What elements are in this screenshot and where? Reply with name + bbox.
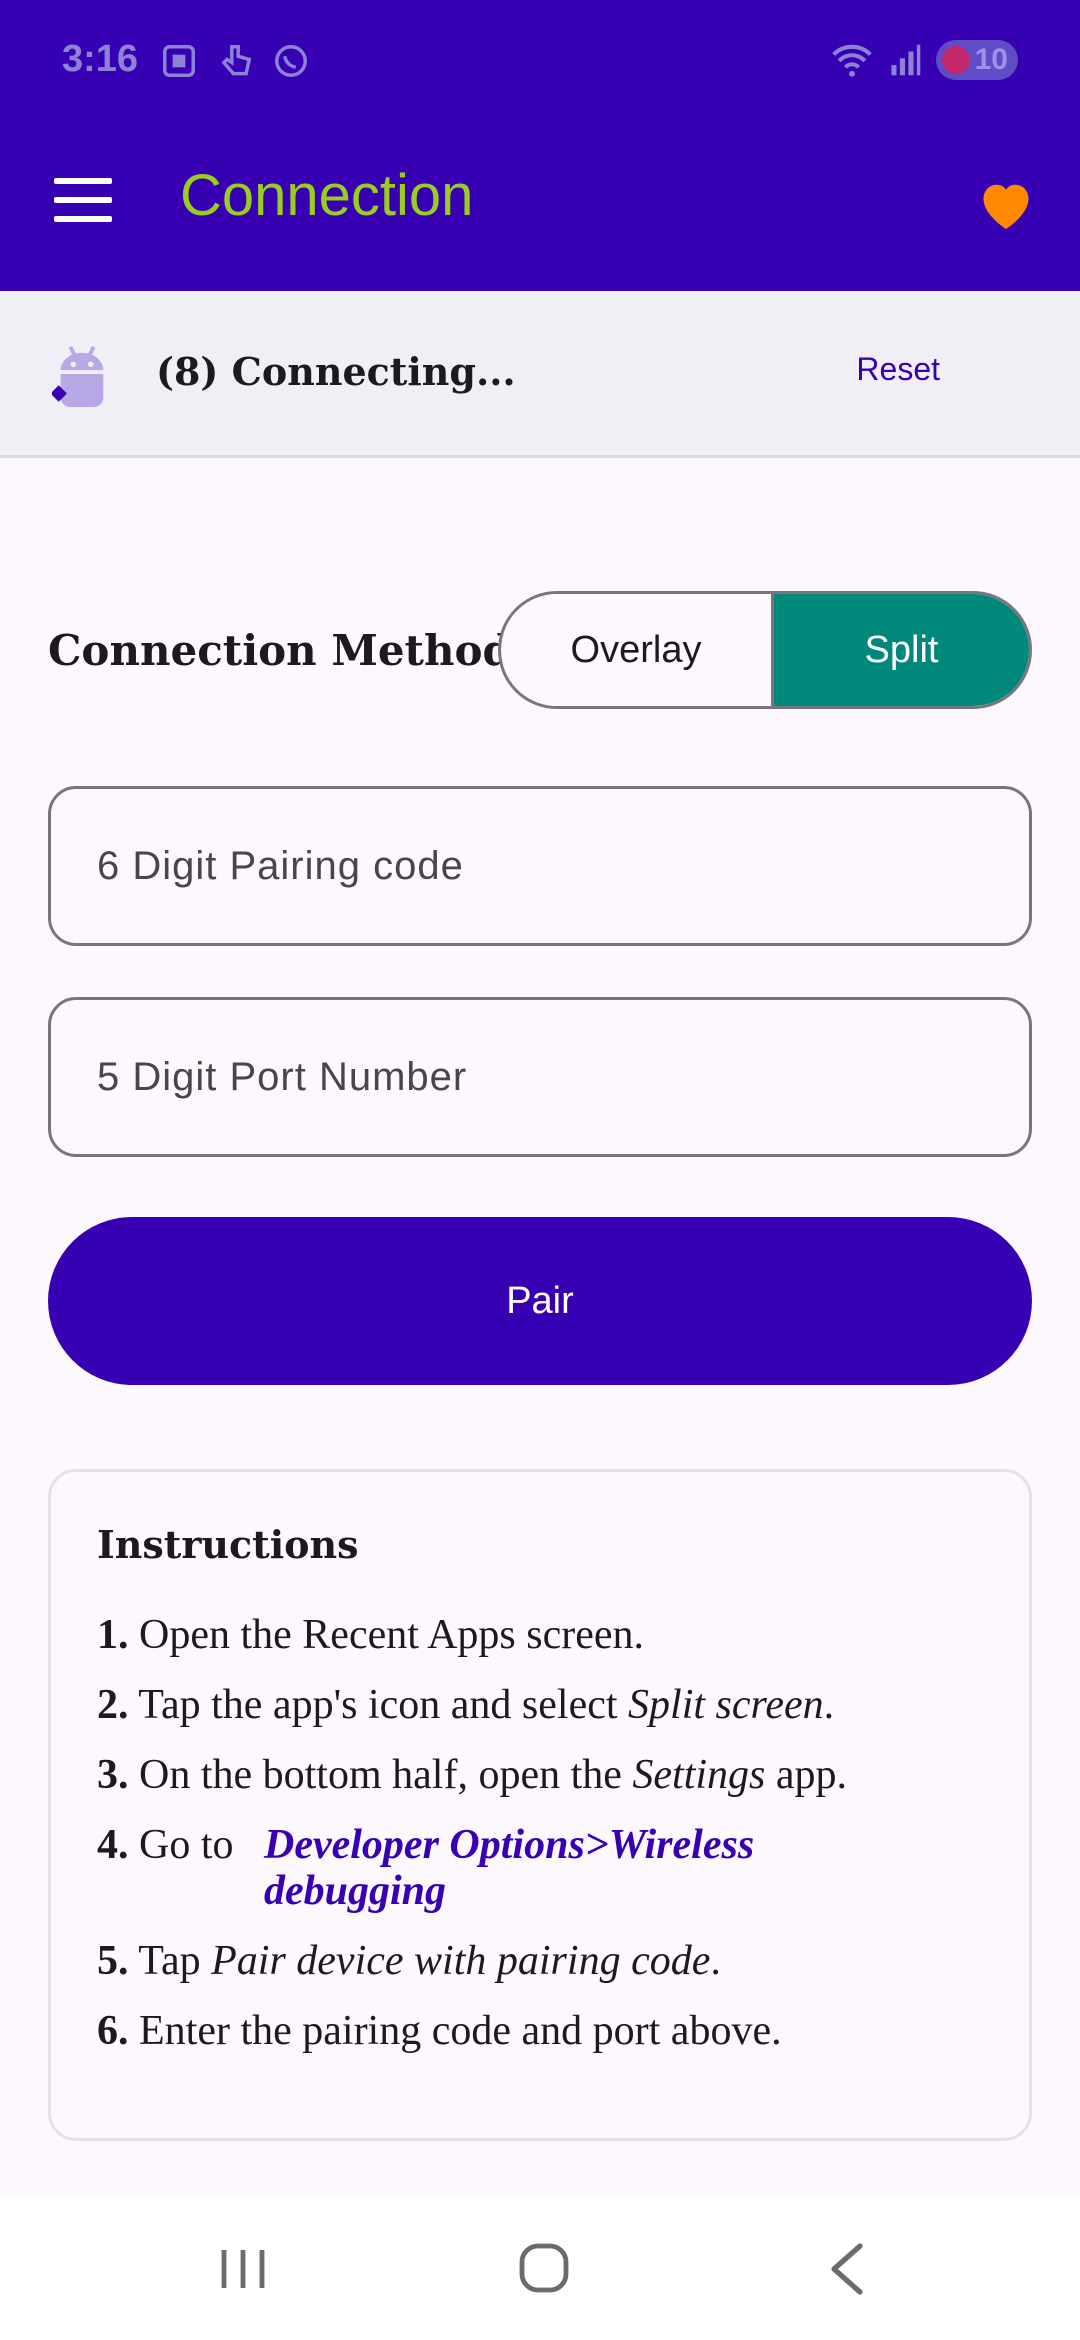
instruction-step: 6. Enter the pairing code and port above…	[97, 2008, 782, 2054]
status-bar: 3:16 10	[0, 0, 1080, 126]
port-number-field[interactable]	[48, 997, 1032, 1157]
screenshot-icon	[163, 45, 195, 77]
android-icon	[52, 346, 104, 408]
system-icons: 10	[830, 40, 1018, 80]
app-bar: Connection	[0, 126, 1080, 291]
connection-method-label: Connection Method	[48, 626, 512, 675]
developer-options-link[interactable]: Developer Options>Wireless debugging	[264, 1822, 754, 1914]
battery-indicator: 10	[936, 40, 1018, 80]
instruction-step: 3. On the bottom half, open the Settings…	[97, 1752, 848, 1798]
system-nav-bar	[0, 2196, 1080, 2340]
app-header: 3:16 10 Connection	[0, 0, 1080, 291]
touch-icon	[221, 45, 252, 76]
hamburger-menu-icon[interactable]	[54, 178, 112, 222]
reset-button[interactable]: Reset	[856, 351, 940, 388]
signal-icon	[891, 44, 921, 76]
pair-button[interactable]: Pair	[48, 1217, 1032, 1385]
split-option[interactable]: Split	[771, 594, 1029, 706]
pairing-code-field[interactable]	[48, 786, 1032, 946]
connection-method-toggle: Overlay Split	[498, 591, 1032, 709]
instruction-step: 2. Tap the app's icon and select Split s…	[97, 1682, 835, 1728]
battery-saver-icon	[942, 46, 970, 74]
wifi-icon	[832, 44, 872, 77]
instructions-list: 1. Open the Recent Apps screen. 2. Tap t…	[97, 1612, 987, 2078]
status-time: 3:16	[62, 38, 139, 80]
instructions-title: Instructions	[97, 1522, 359, 1567]
instruction-step: 4. Go to Developer Options>Wireless debu…	[97, 1822, 755, 1914]
overlay-option[interactable]: Overlay	[501, 594, 771, 706]
port-number-input[interactable]	[51, 1000, 1029, 1154]
pairing-code-input[interactable]	[51, 789, 1029, 943]
instruction-step: 5. Tap Pair device with pairing code.	[97, 1938, 721, 1984]
connection-status: (8) Connecting...	[156, 349, 516, 394]
instruction-step: 1. Open the Recent Apps screen.	[97, 1612, 645, 1658]
battery-level: 10	[974, 43, 1008, 76]
notification-icons	[160, 42, 310, 80]
page-title: Connection	[180, 163, 474, 228]
home-icon[interactable]	[518, 2242, 570, 2294]
whatsapp-icon	[275, 45, 307, 77]
heart-icon[interactable]	[976, 176, 1036, 232]
instructions-card: Instructions 1. Open the Recent Apps scr…	[48, 1469, 1032, 2141]
back-icon[interactable]	[826, 2242, 866, 2296]
connection-status-row: (8) Connecting... Reset	[0, 291, 1080, 458]
recents-icon[interactable]	[218, 2246, 268, 2292]
